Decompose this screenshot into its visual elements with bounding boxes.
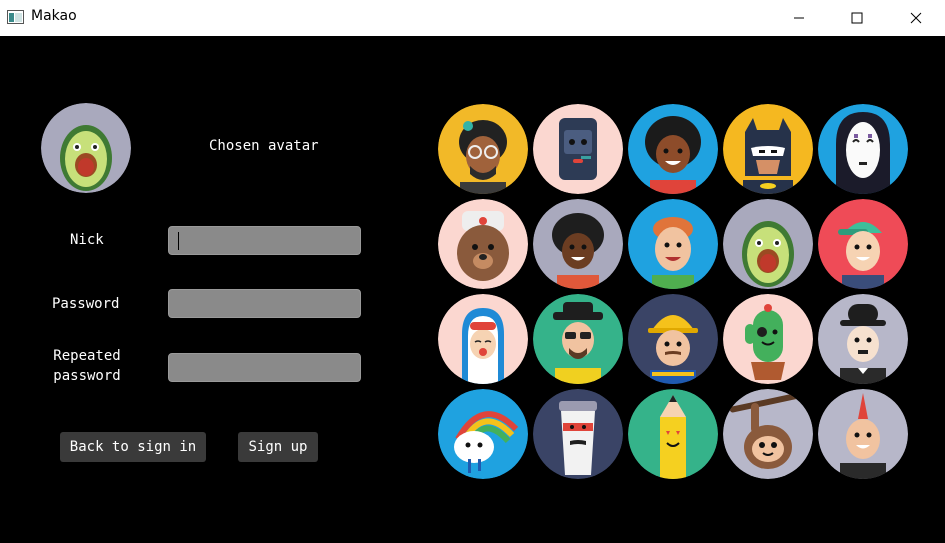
close-icon [910,12,922,24]
robot-screen-avatar-icon [533,104,623,194]
avatar-option-baby[interactable] [438,294,528,384]
baby-avatar-icon [438,294,528,384]
minimize-button[interactable] [776,0,822,36]
avatar-option-ginger-boy[interactable] [628,199,718,289]
avocado-avatar-icon [723,199,813,289]
cactus-pirate-avatar-icon [723,294,813,384]
minimize-icon [794,17,804,19]
avatar-option-heisenberg[interactable] [533,294,623,384]
repeated-password-label: Repeated password [48,346,126,386]
cap-boy-avatar-icon [818,199,908,289]
sloth-avatar-icon [723,389,813,479]
text-caret [178,232,179,250]
avatar-option-afro-boy[interactable] [533,199,623,289]
maximize-icon [851,12,863,24]
chosen-avatar [41,103,131,193]
chaplin-avatar-icon [818,294,908,384]
bear-ushanka-avatar-icon [438,199,528,289]
avatar-grid [434,100,914,480]
avatar-option-batman[interactable] [723,104,813,194]
afro-boy-avatar-icon [533,199,623,289]
avatar-option-rainbow-cloud[interactable] [438,389,528,479]
avatar-option-curly-woman[interactable] [628,104,718,194]
maximize-button[interactable] [834,0,880,36]
title-bar: Makao [0,0,945,36]
no-face-mask-avatar-icon [818,104,908,194]
app-window-icon [7,10,24,24]
avatar-option-afro-glasses-man[interactable] [438,104,528,194]
repeated-password-label-line2: password [53,368,121,384]
afro-glasses-man-avatar-icon [438,104,528,194]
chosen-avatar-label: Chosen avatar [209,138,319,154]
sign-up-button[interactable]: Sign up [238,432,318,462]
avatar-option-sloth[interactable] [723,389,813,479]
window-title: Makao [31,8,77,24]
batman-avatar-icon [723,104,813,194]
avatar-option-cap-boy[interactable] [818,199,908,289]
avatar-option-no-face-mask[interactable] [818,104,908,194]
ginger-boy-avatar-icon [628,199,718,289]
builder-avatar-icon [628,294,718,384]
avocado-avatar-icon [41,103,131,193]
avatar-option-cactus-pirate[interactable] [723,294,813,384]
avatar-option-pencil[interactable] [628,389,718,479]
coffee-cup-avatar-icon [533,389,623,479]
avatar-option-robot-screen[interactable] [533,104,623,194]
back-to-sign-in-button[interactable]: Back to sign in [60,432,206,462]
heisenberg-avatar-icon [533,294,623,384]
avatar-option-bear-ushanka[interactable] [438,199,528,289]
password-label: Password [52,296,120,312]
nick-label: Nick [70,232,104,248]
avatar-option-chaplin[interactable] [818,294,908,384]
repeated-password-input[interactable] [168,353,361,382]
avatar-option-punk[interactable] [818,389,908,479]
password-input[interactable] [168,289,361,318]
avatar-option-coffee-cup[interactable] [533,389,623,479]
nick-input[interactable] [168,226,361,255]
avatar-option-avocado[interactable] [723,199,813,289]
avatar-option-builder[interactable] [628,294,718,384]
repeated-password-label-line1: Repeated [53,348,121,364]
pencil-avatar-icon [628,389,718,479]
punk-avatar-icon [818,389,908,479]
curly-woman-avatar-icon [628,104,718,194]
close-button[interactable] [893,0,939,36]
rainbow-cloud-avatar-icon [438,389,528,479]
